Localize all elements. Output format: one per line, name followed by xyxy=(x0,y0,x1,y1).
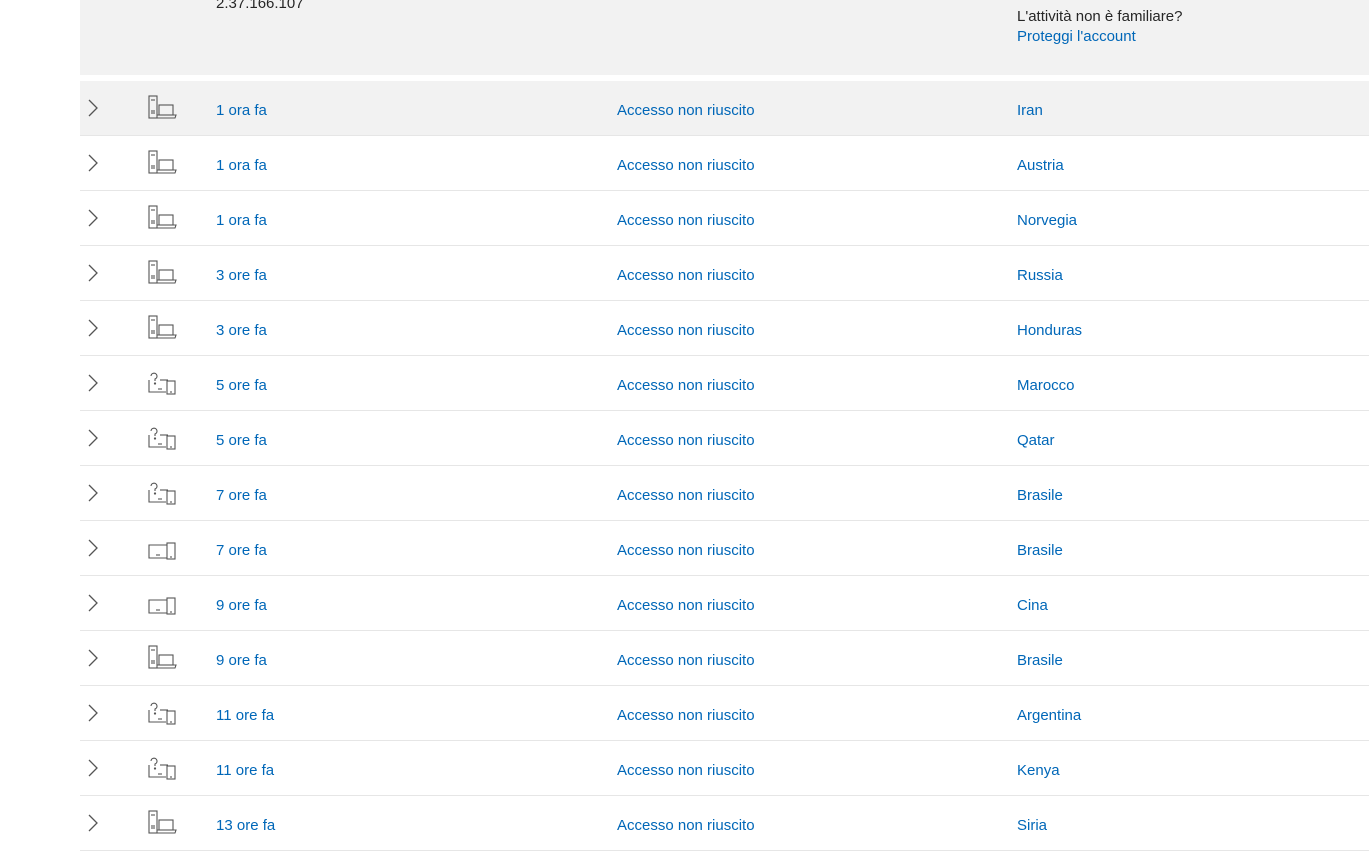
activity-time[interactable]: 13 ore fa xyxy=(216,817,275,834)
desktop-laptop-icon xyxy=(146,93,180,123)
unknown-device-icon xyxy=(146,368,180,398)
tablet-phone-icon xyxy=(146,588,180,618)
tablet-phone-icon xyxy=(146,533,180,563)
chevron-right-icon[interactable] xyxy=(85,428,101,448)
activity-row[interactable]: 9 ore fa Accesso non riuscito Cina xyxy=(80,576,1369,631)
activity-location: Siria xyxy=(1017,817,1048,834)
unfamiliar-activity-question: L'attività non è familiare? xyxy=(1017,8,1183,25)
activity-status: Accesso non riuscito xyxy=(617,322,755,339)
activity-row[interactable]: 1 ora fa Accesso non riuscito Austria xyxy=(80,136,1369,191)
desktop-laptop-icon xyxy=(146,203,180,233)
unknown-device-icon xyxy=(146,698,180,728)
chevron-right-icon[interactable] xyxy=(85,483,101,503)
chevron-right-icon[interactable] xyxy=(85,318,101,338)
activity-status: Accesso non riuscito xyxy=(617,762,755,779)
activity-status: Accesso non riuscito xyxy=(617,212,755,229)
activity-location: Brasile xyxy=(1017,652,1063,669)
chevron-right-icon[interactable] xyxy=(85,153,101,173)
activity-status: Accesso non riuscito xyxy=(617,542,755,559)
desktop-laptop-icon xyxy=(146,313,180,343)
activity-status: Accesso non riuscito xyxy=(617,377,755,394)
activity-status: Accesso non riuscito xyxy=(617,157,755,174)
activity-row[interactable]: 11 ore fa Accesso non riuscito Kenya xyxy=(80,741,1369,796)
activity-row[interactable]: 1 ora fa Accesso non riuscito Iran xyxy=(80,81,1369,136)
activity-status: Accesso non riuscito xyxy=(617,652,755,669)
expanded-activity-details: 2.37.166.107 L'attività non è familiare?… xyxy=(80,0,1369,75)
activity-time[interactable]: 11 ore fa xyxy=(216,762,274,779)
chevron-right-icon[interactable] xyxy=(85,813,101,833)
activity-row[interactable]: 5 ore fa Accesso non riuscito Qatar xyxy=(80,411,1369,466)
chevron-right-icon[interactable] xyxy=(85,648,101,668)
activity-location: Brasile xyxy=(1017,542,1063,559)
activity-status: Accesso non riuscito xyxy=(617,487,755,504)
activity-row[interactable]: 7 ore fa Accesso non riuscito Brasile xyxy=(80,466,1369,521)
activity-location: Qatar xyxy=(1017,432,1055,449)
ip-address: 2.37.166.107 xyxy=(216,0,304,12)
activity-status: Accesso non riuscito xyxy=(617,597,755,614)
activity-location: Brasile xyxy=(1017,487,1063,504)
activity-row[interactable]: 3 ore fa Accesso non riuscito Honduras xyxy=(80,301,1369,356)
activity-time[interactable]: 11 ore fa xyxy=(216,707,274,724)
activity-time[interactable]: 7 ore fa xyxy=(216,542,267,559)
activity-status: Accesso non riuscito xyxy=(617,817,755,834)
secure-account-link[interactable]: Proteggi l'account xyxy=(1017,28,1136,45)
chevron-right-icon[interactable] xyxy=(85,373,101,393)
unknown-device-icon xyxy=(146,423,180,453)
desktop-laptop-icon xyxy=(146,258,180,288)
activity-row[interactable]: 13 ore fa Accesso non riuscito Siria xyxy=(80,796,1369,851)
activity-time[interactable]: 3 ore fa xyxy=(216,267,267,284)
unknown-device-icon xyxy=(146,753,180,783)
chevron-right-icon[interactable] xyxy=(85,263,101,283)
activity-time[interactable]: 1 ora fa xyxy=(216,157,267,174)
activity-row[interactable]: 9 ore fa Accesso non riuscito Brasile xyxy=(80,631,1369,686)
chevron-right-icon[interactable] xyxy=(85,758,101,778)
chevron-right-icon[interactable] xyxy=(85,538,101,558)
activity-time[interactable]: 5 ore fa xyxy=(216,377,267,394)
activity-status: Accesso non riuscito xyxy=(617,102,755,119)
activity-location: Argentina xyxy=(1017,707,1082,724)
activity-time[interactable]: 3 ore fa xyxy=(216,322,267,339)
activity-row[interactable]: 3 ore fa Accesso non riuscito Russia xyxy=(80,246,1369,301)
activity-location: Marocco xyxy=(1017,377,1075,394)
activity-time[interactable]: 9 ore fa xyxy=(216,597,267,614)
activity-location: Kenya xyxy=(1017,762,1060,779)
activity-row[interactable]: 11 ore fa Accesso non riuscito Argentina xyxy=(80,686,1369,741)
unknown-device-icon xyxy=(146,478,180,508)
activity-location: Cina xyxy=(1017,597,1048,614)
activity-location: Russia xyxy=(1017,267,1063,284)
activity-row[interactable]: 5 ore fa Accesso non riuscito Marocco xyxy=(80,356,1369,411)
desktop-laptop-icon xyxy=(146,643,180,673)
chevron-right-icon[interactable] xyxy=(85,98,101,118)
desktop-laptop-icon xyxy=(146,808,180,838)
activity-status: Accesso non riuscito xyxy=(617,432,755,449)
chevron-right-icon[interactable] xyxy=(85,208,101,228)
activity-location: Austria xyxy=(1017,157,1064,174)
activity-time[interactable]: 7 ore fa xyxy=(216,487,267,504)
activity-row[interactable]: 1 ora fa Accesso non riuscito Norvegia xyxy=(80,191,1369,246)
activity-time[interactable]: 9 ore fa xyxy=(216,652,267,669)
desktop-laptop-icon xyxy=(146,148,180,178)
activity-location: Honduras xyxy=(1017,322,1083,339)
activity-time[interactable]: 1 ora fa xyxy=(216,102,267,119)
activity-location: Norvegia xyxy=(1017,212,1078,229)
activity-row[interactable]: 7 ore fa Accesso non riuscito Brasile xyxy=(80,521,1369,576)
activity-time[interactable]: 1 ora fa xyxy=(216,212,267,229)
activity-list: 1 ora fa Accesso non riuscito Iran 1 ora… xyxy=(80,81,1369,851)
activity-time[interactable]: 5 ore fa xyxy=(216,432,267,449)
chevron-right-icon[interactable] xyxy=(85,593,101,613)
activity-status: Accesso non riuscito xyxy=(617,267,755,284)
chevron-right-icon[interactable] xyxy=(85,703,101,723)
activity-status: Accesso non riuscito xyxy=(617,707,755,724)
activity-location: Iran xyxy=(1017,102,1043,119)
